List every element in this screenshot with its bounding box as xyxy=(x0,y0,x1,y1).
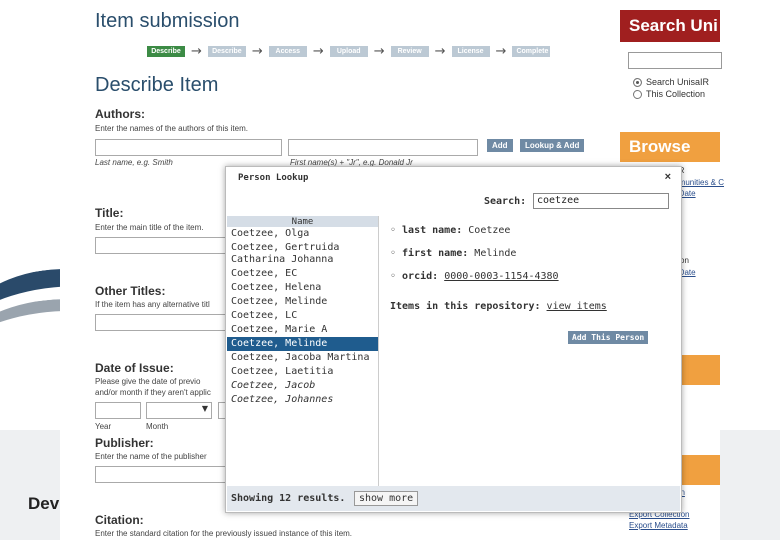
citation-label: Citation: xyxy=(95,513,144,527)
authors-label: Authors: xyxy=(95,107,145,121)
result-item[interactable]: Coetzee, Marie A xyxy=(227,323,378,337)
results-list[interactable]: Name Coetzee, Olga Coetzee, Gertruida Cat… xyxy=(227,216,379,486)
result-item[interactable]: Coetzee, Melinde xyxy=(227,337,378,351)
chevron-down-icon: ▼ xyxy=(201,404,208,413)
results-count: Showing 12 results. xyxy=(231,493,346,504)
result-item[interactable]: Coetzee, Olga xyxy=(227,227,378,241)
year-input[interactable] xyxy=(95,402,141,419)
search-box-title: Search Uni xyxy=(620,10,720,42)
person-search-input[interactable]: coetzee xyxy=(533,193,669,209)
dialog-footer: Showing 12 results. show more xyxy=(227,486,680,511)
section-heading: Describe Item xyxy=(95,74,219,96)
result-item[interactable]: Coetzee, Laetitia xyxy=(227,365,378,379)
bullet-icon: ◦ xyxy=(390,248,397,259)
dialog-title: Person Lookup xyxy=(238,173,309,183)
authors-help: Enter the names of the authors of this i… xyxy=(95,124,248,133)
radio-this-collection[interactable]: This Collection xyxy=(633,89,705,99)
date-help-1: Please give the date of previo xyxy=(95,377,201,386)
title-help: Enter the main title of the item. xyxy=(95,223,204,232)
title-input[interactable] xyxy=(95,237,227,254)
orcid-link[interactable]: 0000-0003-1154-4380 xyxy=(444,271,558,282)
radio-icon xyxy=(633,89,642,99)
background-text: Dev xyxy=(28,494,60,513)
arrow-icon: → xyxy=(191,44,202,59)
sidebar-search-input[interactable] xyxy=(628,52,722,69)
detail-last-name: ◦ last name: Coetzee xyxy=(390,225,511,236)
page-title: Item submission xyxy=(95,10,240,32)
browse-title: Browse xyxy=(620,132,720,162)
detail-first-name: ◦ first name: Melinde xyxy=(390,248,517,259)
show-more-button[interactable]: show more xyxy=(354,491,419,506)
author-last-name-input[interactable] xyxy=(95,139,282,156)
step-describe-1[interactable]: Describe xyxy=(147,46,185,57)
arrow-icon: → xyxy=(251,44,263,59)
add-this-person-button[interactable]: Add This Person xyxy=(568,331,649,344)
publisher-label: Publisher: xyxy=(95,436,154,450)
date-label: Date of Issue: xyxy=(95,361,174,375)
result-item[interactable]: Coetzee, Johannes xyxy=(227,393,378,407)
year-label: Year xyxy=(95,422,112,431)
name-column-header[interactable]: Name xyxy=(227,216,378,227)
bullet-icon: ◦ xyxy=(390,225,397,236)
step-complete[interactable]: Complete xyxy=(512,46,551,57)
add-author-button[interactable]: Add xyxy=(487,139,513,152)
progress-steps: Describe → Describe → Access → Upload → … xyxy=(147,44,551,59)
result-item[interactable]: Coetzee, Jacoba Martina xyxy=(227,351,378,365)
publisher-input[interactable] xyxy=(95,466,227,483)
last-name-hint: Last name, e.g. Smith xyxy=(95,158,173,167)
step-describe-2[interactable]: Describe xyxy=(207,46,246,57)
step-review[interactable]: Review xyxy=(390,46,429,57)
other-titles-help: If the item has any alternative titl xyxy=(95,300,210,309)
result-item[interactable]: Coetzee, EC xyxy=(227,267,378,281)
step-upload[interactable]: Upload xyxy=(329,46,368,57)
bullet-icon: ◦ xyxy=(390,271,397,282)
detail-orcid: ◦ orcid: 0000-0003-1154-4380 xyxy=(390,271,559,282)
date-help-2: and/or month if they aren't applic xyxy=(95,388,211,397)
arrow-icon: → xyxy=(434,44,446,59)
view-items-link[interactable]: view items xyxy=(547,301,607,312)
author-first-name-input[interactable] xyxy=(288,139,478,156)
radio-search-unisair[interactable]: Search UnisaIR xyxy=(633,77,709,87)
repository-items: Items in this repository: view items xyxy=(390,301,607,312)
title-label: Title: xyxy=(95,206,124,220)
step-access[interactable]: Access xyxy=(268,46,307,57)
lookup-add-button[interactable]: Lookup & Add xyxy=(520,139,585,152)
results-container: Coetzee, Olga Coetzee, Gertruida Catharin… xyxy=(227,227,378,407)
arrow-icon: → xyxy=(373,44,385,59)
person-lookup-dialog: Person Lookup × Search: coetzee Name Coe… xyxy=(225,166,682,513)
other-titles-label: Other Titles: xyxy=(95,284,166,298)
result-item[interactable]: Coetzee, Helena xyxy=(227,281,378,295)
other-titles-input[interactable] xyxy=(95,314,227,331)
person-details: ◦ last name: Coetzee ◦ first name: Melinde… xyxy=(390,225,670,294)
month-label: Month xyxy=(146,422,169,431)
search-label: Search: xyxy=(484,196,527,207)
result-item[interactable]: Coetzee, LC xyxy=(227,309,378,323)
arrow-icon: → xyxy=(312,44,324,59)
month-select[interactable]: ▼ xyxy=(146,402,212,419)
close-icon[interactable]: × xyxy=(665,171,671,183)
export-metadata-link[interactable]: Export Metadata xyxy=(629,521,688,530)
publisher-help: Enter the name of the publisher xyxy=(95,452,207,461)
result-item[interactable]: Coetzee, Gertruida Catharina Johanna xyxy=(227,241,378,267)
result-item[interactable]: Coetzee, Melinde xyxy=(227,295,378,309)
arrow-icon: → xyxy=(495,44,507,59)
step-license[interactable]: License xyxy=(451,46,490,57)
radio-selected-icon xyxy=(633,77,642,87)
result-item[interactable]: Coetzee, Jacob xyxy=(227,379,378,393)
citation-help: Enter the standard citation for the prev… xyxy=(95,529,353,538)
